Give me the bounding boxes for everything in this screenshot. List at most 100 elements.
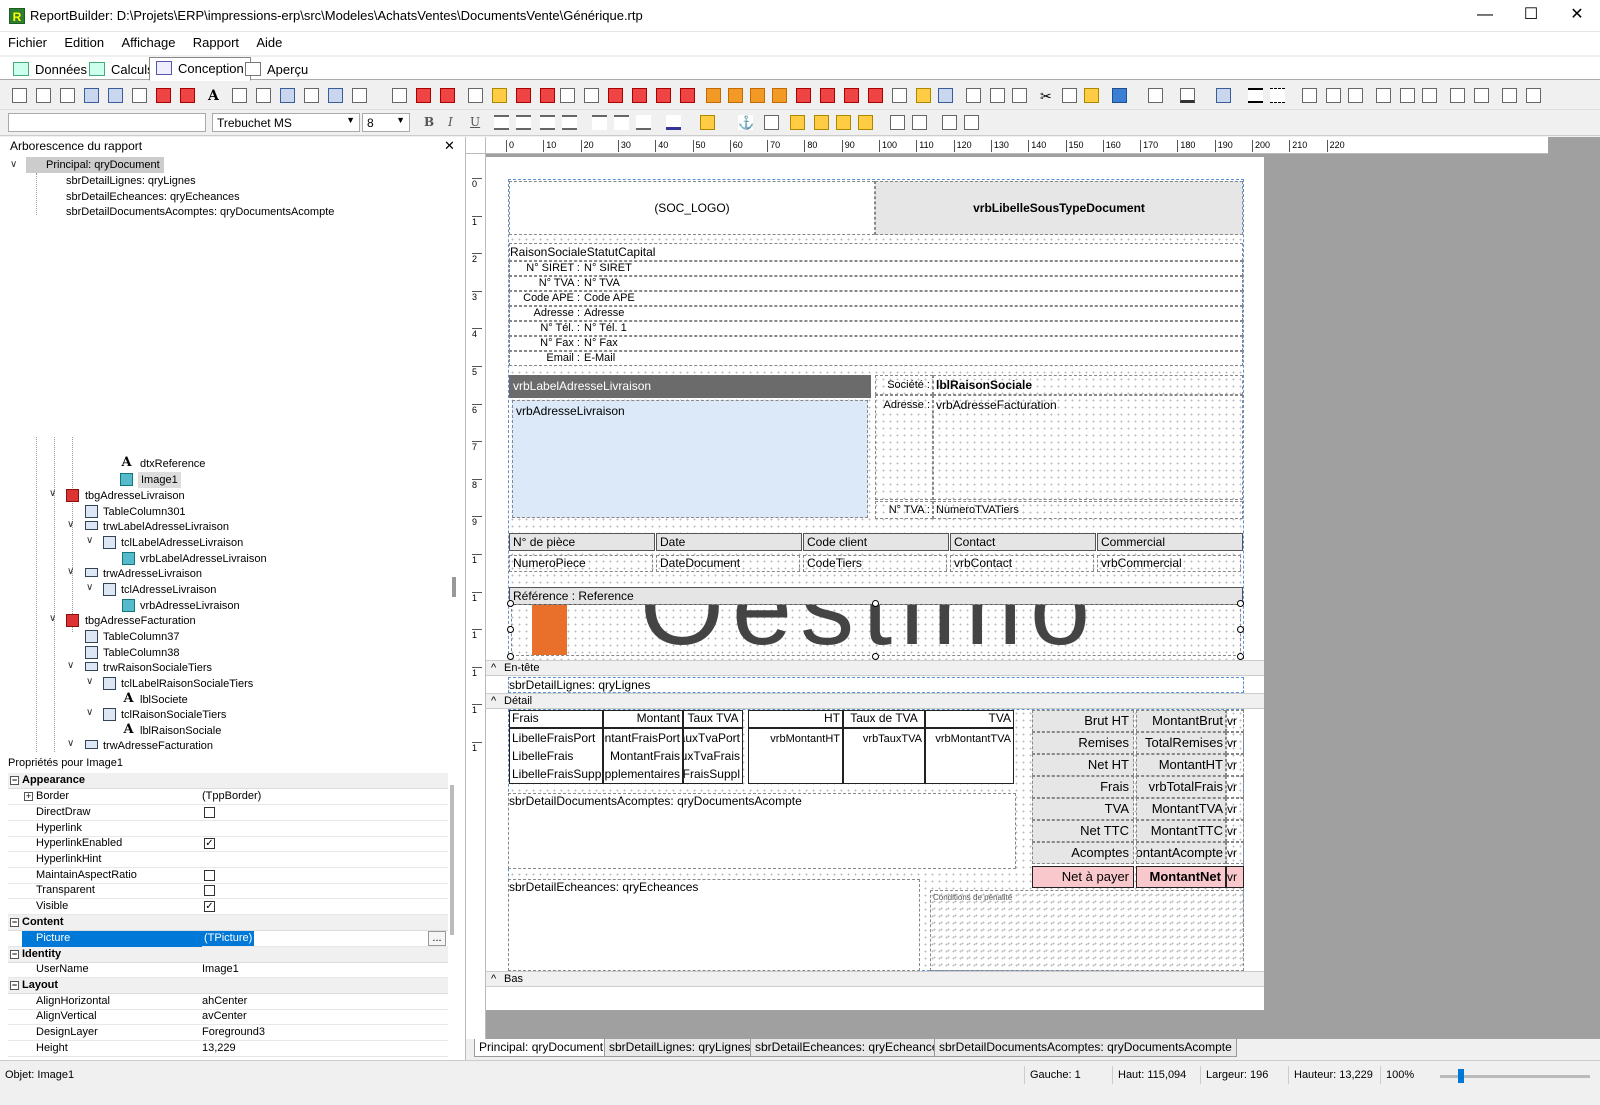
shape-tool-icon[interactable]: [132, 88, 147, 103]
snap-grid-icon[interactable]: [890, 115, 905, 130]
tree-item-trwraisonsocialetiers[interactable]: trwRaisonSocialeTiers: [103, 660, 212, 676]
header-cell-code-client[interactable]: Code client: [803, 533, 949, 551]
rb7-tool-icon[interactable]: [844, 88, 859, 103]
line-style-icon[interactable]: [1270, 88, 1285, 103]
total-value-acomptes[interactable]: MontantAcompte: [1136, 842, 1226, 864]
align-center-icon[interactable]: [1326, 88, 1341, 103]
tree-item-trwlabeladresselivraison[interactable]: trwLabelAdresseLivraison: [103, 519, 229, 535]
chevron-down-icon[interactable]: ∨: [10, 159, 17, 170]
total-extra[interactable]: vr: [1226, 798, 1244, 820]
selection-handle[interactable]: [507, 626, 514, 633]
selection-handle[interactable]: [872, 600, 879, 607]
frais-cell[interactable]: TauxTvaFrais: [684, 747, 740, 765]
menu-affichage[interactable]: Affichage: [114, 32, 182, 50]
frais-cell[interactable]: LibelleFraisPort: [512, 729, 600, 747]
total-label-frais[interactable]: Frais: [1032, 776, 1134, 798]
bring-forward-icon[interactable]: [836, 115, 851, 130]
grid-icon[interactable]: [912, 115, 927, 130]
header-cell-date[interactable]: Date: [656, 533, 802, 551]
label-adresse-livraison[interactable]: vrbLabelAdresseLivraison: [509, 375, 871, 398]
richtext-tool-icon[interactable]: [60, 88, 75, 103]
align-bottom-icon[interactable]: [1422, 88, 1437, 103]
region-tool-icon[interactable]: [156, 88, 171, 103]
chevron-down-icon[interactable]: ∨: [67, 738, 74, 749]
tree-item-tablecolumn37[interactable]: TableColumn37: [103, 629, 179, 645]
adresse-facturation-field[interactable]: vrbAdresseFacturation: [933, 395, 1243, 500]
frais-cell[interactable]: MontantFrais: [606, 747, 680, 765]
send-backward-icon[interactable]: [858, 115, 873, 130]
value-cell-code-client[interactable]: CodeTiers: [803, 555, 947, 572]
category-layout[interactable]: − Layout: [8, 978, 448, 994]
prop-directdraw[interactable]: DirectDraw: [8, 805, 448, 821]
dbbarcode-tool-icon[interactable]: [328, 88, 343, 103]
tab-donnees[interactable]: Données: [6, 58, 94, 80]
rb4-tool-icon[interactable]: [772, 88, 787, 103]
tva-tiers-field[interactable]: NumeroTVATiers: [933, 501, 1243, 519]
conditions-penalite-field[interactable]: Conditions de pénalité: [930, 890, 1244, 971]
total-extra[interactable]: vr: [1226, 732, 1244, 754]
frais-cell[interactable]: TauxTvaPort: [684, 729, 740, 747]
print-icon[interactable]: [990, 88, 1005, 103]
tree-item-vrbadresselivraison[interactable]: vrbAdresseLivraison: [140, 598, 240, 614]
frais-cell[interactable]: LibelleFraisSuppl: [512, 765, 602, 783]
selection-handle[interactable]: [507, 600, 514, 607]
taux-tva-header[interactable]: Taux TVA: [683, 710, 743, 728]
total-extra[interactable]: vr: [1226, 842, 1244, 864]
company-row[interactable]: Email : E-Mail: [509, 351, 1243, 366]
total-extra[interactable]: vr: [1226, 754, 1244, 776]
sbr-lignes-field[interactable]: sbrDetailLignes: qryLignes: [508, 677, 1244, 693]
directdraw-checkbox[interactable]: [204, 807, 215, 818]
selection-handle[interactable]: [507, 653, 514, 660]
taux-de-tva-header[interactable]: Taux de TVA: [843, 710, 925, 728]
total-extra[interactable]: vr: [1226, 776, 1244, 798]
total-label-tva[interactable]: TVA: [1032, 798, 1134, 820]
align-middle-icon[interactable]: [1400, 88, 1415, 103]
category-identity[interactable]: − Identity: [8, 947, 448, 963]
total-value-net-ht[interactable]: MontantHT: [1136, 754, 1226, 776]
tab-apercu[interactable]: Aperçu: [238, 58, 315, 80]
sub4-tool-icon[interactable]: [656, 88, 671, 103]
tva-header[interactable]: TVA: [925, 710, 1014, 728]
company-row[interactable]: Code APE : Code APE: [509, 291, 1243, 306]
visible-checkbox[interactable]: ✓: [204, 901, 215, 912]
tree-item-trwadressefacturation[interactable]: trwAdresseFacturation: [103, 738, 213, 752]
send-back-icon[interactable]: [814, 115, 829, 130]
size-width-icon[interactable]: [1502, 88, 1517, 103]
chevron-down-icon[interactable]: ∨: [67, 519, 74, 530]
net-a-payer-value[interactable]: MontantNet: [1136, 866, 1226, 888]
total-value-brut[interactable]: MontantBrut: [1136, 710, 1226, 732]
table2-tool-icon[interactable]: [468, 88, 483, 103]
tree-item-tcllabeladresselivraison[interactable]: tclLabelAdresseLivraison: [121, 535, 243, 551]
sbr-echeances-field[interactable]: sbrDetailEcheances: qryEcheances: [508, 879, 920, 971]
sbr-acomptes-field[interactable]: sbrDetailDocumentsAcomptes: qryDocuments…: [508, 793, 1016, 869]
soc-logo-field[interactable]: (SOC_LOGO): [509, 181, 875, 235]
header-cell-commercial[interactable]: Commercial: [1097, 533, 1243, 551]
value-cell-commercial[interactable]: vrbCommercial: [1097, 555, 1241, 572]
new-icon[interactable]: [892, 88, 907, 103]
prop-designlayer[interactable]: DesignLayer Foreground3: [8, 1025, 448, 1041]
dbtext-tool-icon[interactable]: A: [208, 88, 223, 104]
tree-item-tbgadressefacturation[interactable]: tbgAdresseFacturation: [85, 613, 196, 629]
autosize-icon[interactable]: [964, 115, 979, 130]
chevron-down-icon[interactable]: ∨: [86, 707, 93, 718]
band-bas[interactable]: ^ Bas: [486, 971, 1264, 987]
sous-type-document-field[interactable]: vrbLibelleSousTypeDocument: [875, 181, 1243, 235]
tree-item-sbr-lignes[interactable]: sbrDetailLignes: qryLignes: [66, 173, 196, 189]
raison-sociale-tiers-field[interactable]: lblRaisonSociale: [933, 375, 1243, 395]
highlight-icon[interactable]: [700, 115, 715, 130]
tree-item-principal[interactable]: Principal: qryDocument: [26, 157, 164, 173]
prop-value[interactable]: Foreground3: [202, 1025, 265, 1040]
bring-front-icon[interactable]: [790, 115, 805, 130]
frais-cell[interactable]: LibelleFrais: [512, 747, 600, 765]
maintainaspect-checkbox[interactable]: [204, 870, 215, 881]
prop-value[interactable]: ahCenter: [202, 994, 247, 1009]
tree-item-dtxreference[interactable]: dtxReference: [140, 456, 205, 472]
taux-tva-value[interactable]: vrbTauxTVA: [843, 728, 925, 784]
fill-color-icon[interactable]: [1148, 88, 1163, 103]
transparent-checkbox[interactable]: [204, 885, 215, 896]
section-tab-lignes[interactable]: sbrDetailLignes: qryLignes: [604, 1039, 756, 1057]
prop-value[interactable]: Image1: [202, 962, 239, 977]
company-row[interactable]: N° Fax : N° Fax: [509, 336, 1243, 351]
tree-item-tclraisonsocialetiers[interactable]: tclRaisonSocialeTiers: [121, 707, 226, 723]
table-tool-icon[interactable]: [84, 88, 99, 103]
